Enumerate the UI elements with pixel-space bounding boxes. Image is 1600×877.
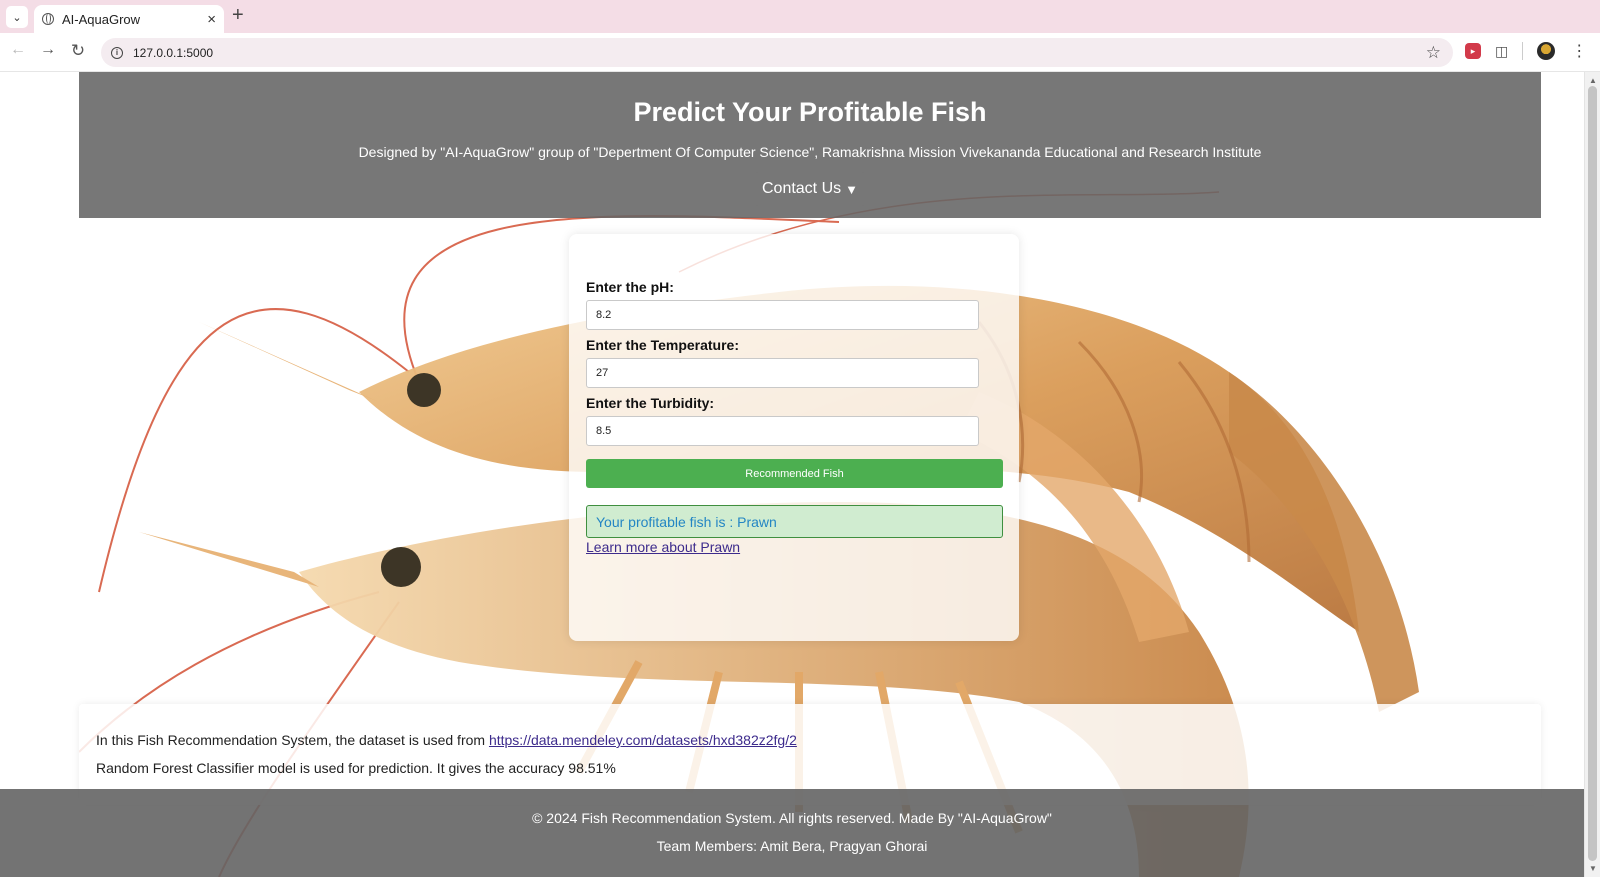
- team-members-text: Team Members: Amit Bera, Pragyan Ghorai: [656, 838, 928, 854]
- recommended-fish-button[interactable]: Recommended Fish: [586, 459, 1003, 488]
- scrollbar-thumb[interactable]: [1588, 86, 1597, 861]
- page-subtitle: Designed by "AI-AquaGrow" group of "Depe…: [358, 144, 1262, 160]
- copyright-text: © 2024 Fish Recommendation System. All r…: [532, 810, 1052, 826]
- address-url[interactable]: 127.0.0.1:5000: [133, 46, 1426, 60]
- page-scrollbar[interactable]: ▲ ▼: [1584, 72, 1600, 877]
- bookmark-star-icon[interactable]: ☆: [1426, 43, 1441, 63]
- dataset-link[interactable]: https://data.mendeley.com/datasets/hxd38…: [489, 732, 797, 748]
- reload-icon[interactable]: ↻: [67, 41, 89, 61]
- globe-icon: [42, 13, 54, 25]
- browser-toolbar: ← → ↻ i 127.0.0.1:5000 ☆ ▸ ◫ ⋮: [0, 33, 1600, 72]
- address-bar[interactable]: i 127.0.0.1:5000 ☆: [101, 38, 1453, 67]
- turbidity-input[interactable]: [586, 416, 979, 446]
- tab-search-chevron-down-icon[interactable]: ⌄: [6, 6, 28, 28]
- learn-more-link[interactable]: Learn more about Prawn: [586, 539, 740, 555]
- profile-avatar[interactable]: [1537, 42, 1556, 60]
- close-tab-icon[interactable]: ×: [207, 11, 216, 28]
- ph-label: Enter the pH:: [586, 279, 674, 295]
- prediction-result: Your profitable fish is : Prawn: [586, 505, 1003, 538]
- prediction-result-text: Your profitable fish is : Prawn: [596, 513, 777, 530]
- scroll-up-arrow-icon[interactable]: ▲: [1589, 76, 1597, 85]
- dataset-info-text: In this Fish Recommendation System, the …: [96, 732, 489, 748]
- new-tab-icon[interactable]: +: [232, 4, 244, 27]
- page-footer: © 2024 Fish Recommendation System. All r…: [0, 789, 1584, 877]
- back-arrow-icon[interactable]: ←: [7, 41, 29, 59]
- temperature-input[interactable]: [586, 358, 979, 388]
- page-title: Predict Your Profitable Fish: [633, 97, 987, 127]
- prediction-form: Enter the pH: Enter the Temperature: Ent…: [569, 234, 1019, 641]
- ph-input[interactable]: [586, 300, 979, 330]
- tab-title: AI-AquaGrow: [62, 11, 141, 27]
- toolbar-divider: [1522, 42, 1524, 60]
- scroll-down-arrow-icon[interactable]: ▼: [1589, 864, 1597, 873]
- browser-tab-strip: ⌄ AI-AquaGrow × +: [0, 0, 1600, 33]
- forward-arrow-icon[interactable]: →: [37, 41, 59, 59]
- contact-us-dropdown[interactable]: Contact Us ▼: [756, 172, 864, 206]
- extension-red-icon[interactable]: ▸: [1465, 43, 1481, 59]
- browser-tab[interactable]: AI-AquaGrow ×: [34, 5, 224, 33]
- more-vertical-icon[interactable]: ⋮: [1571, 41, 1587, 61]
- model-info: Random Forest Classifier model is used f…: [96, 760, 616, 776]
- contact-us-label: Contact Us: [761, 180, 842, 197]
- caret-down-icon: ▼: [845, 181, 858, 197]
- dataset-info: In this Fish Recommendation System, the …: [96, 732, 797, 748]
- site-info-icon[interactable]: i: [111, 46, 123, 59]
- temperature-label: Enter the Temperature:: [586, 337, 739, 353]
- page-header: Predict Your Profitable Fish Designed by…: [79, 72, 1541, 218]
- extensions-puzzle-icon[interactable]: ◫: [1495, 43, 1508, 60]
- extension-area: ▸ ◫ ⋮: [1465, 41, 1587, 61]
- turbidity-label: Enter the Turbidity:: [586, 395, 715, 411]
- page-viewport: Predict Your Profitable Fish Designed by…: [0, 72, 1600, 877]
